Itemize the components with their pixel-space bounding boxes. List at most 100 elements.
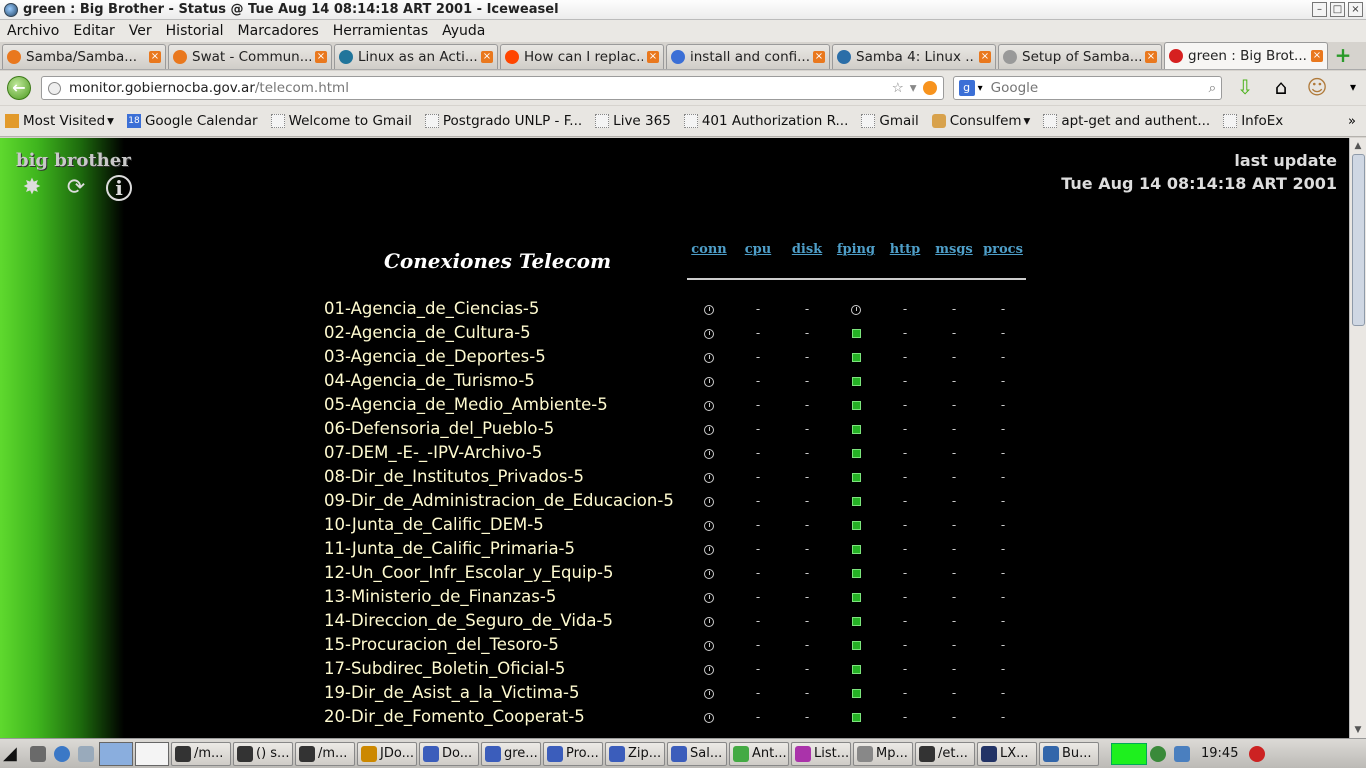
clear-status-icon[interactable] xyxy=(704,329,714,339)
host-name[interactable]: 02-Agencia_de_Cultura-5 xyxy=(324,323,531,342)
task-button[interactable]: Bu... xyxy=(1039,741,1099,766)
clear-status-icon[interactable] xyxy=(704,641,714,651)
search-icon[interactable]: ⌕ xyxy=(1209,80,1217,96)
bookmark-item[interactable]: apt-get and authent... xyxy=(1043,113,1210,129)
task-button[interactable]: List... xyxy=(791,741,851,766)
clear-status-icon[interactable] xyxy=(704,305,714,315)
bookmark-item[interactable]: Welcome to Gmail xyxy=(270,113,412,129)
update-icon[interactable] xyxy=(1171,742,1193,766)
desktop-pager-1[interactable] xyxy=(99,741,133,766)
clear-status-icon[interactable] xyxy=(704,449,714,459)
green-status-icon[interactable] xyxy=(851,593,861,602)
tab-2[interactable]: Swat - Commun... × xyxy=(168,44,332,69)
green-status-icon[interactable] xyxy=(851,473,861,482)
column-header-procs[interactable]: procs xyxy=(979,242,1027,257)
url-text[interactable]: monitor.gobiernocba.gov.ar/telecom.html xyxy=(69,80,886,96)
tab-4[interactable]: How can I replac... × xyxy=(500,44,664,69)
menu-marcadores[interactable]: Marcadores xyxy=(231,23,326,39)
desktop-pager-2[interactable] xyxy=(135,741,169,766)
task-button[interactable]: Sal... xyxy=(667,741,727,766)
clear-status-icon[interactable] xyxy=(704,593,714,603)
clear-status-icon[interactable] xyxy=(704,545,714,555)
bookmark-item[interactable]: 401 Authorization R... xyxy=(683,113,848,129)
clear-status-icon[interactable] xyxy=(704,353,714,363)
column-header-msgs[interactable]: msgs xyxy=(930,242,978,257)
close-window-button[interactable]: × xyxy=(1348,2,1363,17)
green-status-icon[interactable] xyxy=(851,353,861,362)
info-icon[interactable]: i xyxy=(106,175,132,201)
green-status-icon[interactable] xyxy=(851,665,861,674)
host-name[interactable]: 10-Junta_de_Calific_DEM-5 xyxy=(324,515,544,534)
bookmark-item[interactable]: Gmail xyxy=(861,113,919,129)
tab-1[interactable]: Samba/Samba... × xyxy=(2,44,166,69)
green-status-icon[interactable] xyxy=(851,497,861,506)
close-tab-icon[interactable]: × xyxy=(647,51,659,63)
search-bar[interactable]: g ▾ ⌕ xyxy=(952,76,1223,100)
tab-8[interactable]: green : Big Brot... × xyxy=(1164,42,1328,69)
close-tab-icon[interactable]: × xyxy=(813,51,825,63)
clear-status-icon[interactable] xyxy=(704,521,714,531)
scrollbar-thumb[interactable] xyxy=(1352,154,1365,326)
host-name[interactable]: 13-Ministerio_de_Finanzas-5 xyxy=(324,587,556,606)
task-button[interactable]: /m... xyxy=(171,741,231,766)
column-header-cpu[interactable]: cpu xyxy=(734,242,782,257)
close-tab-icon[interactable]: × xyxy=(315,51,327,63)
bookmark-item[interactable]: Consulfem ▾ xyxy=(931,113,1030,129)
task-button[interactable]: /m... xyxy=(295,741,355,766)
green-status-icon[interactable] xyxy=(851,689,861,698)
host-name[interactable]: 17-Subdirec_Boletin_Oficial-5 xyxy=(324,659,565,678)
browser-launcher-icon[interactable] xyxy=(51,742,73,766)
back-button[interactable]: ← xyxy=(7,76,31,100)
close-tab-icon[interactable]: × xyxy=(481,51,493,63)
task-button[interactable]: /et... xyxy=(915,741,975,766)
menu-archivo[interactable]: Archivo xyxy=(0,23,66,39)
engine-dropdown-icon[interactable]: ▾ xyxy=(978,83,983,94)
host-name[interactable]: 03-Agencia_de_Deportes-5 xyxy=(324,347,546,366)
host-name[interactable]: 20-Dir_de_Fomento_Cooperat-5 xyxy=(324,707,585,726)
google-engine-icon[interactable]: g xyxy=(958,80,975,96)
close-tab-icon[interactable]: × xyxy=(979,51,991,63)
bookmark-item[interactable]: Live 365 xyxy=(595,113,671,129)
tab-6[interactable]: Samba 4: Linux ... × xyxy=(832,44,996,69)
network-icon[interactable] xyxy=(1147,742,1169,766)
bookmark-star-icon[interactable]: ☆ xyxy=(892,80,904,96)
clear-status-icon[interactable] xyxy=(704,713,714,723)
host-name[interactable]: 14-Direccion_de_Seguro_de_Vida-5 xyxy=(324,611,613,630)
more-bookmarks-icon[interactable]: » xyxy=(1348,114,1356,129)
bb-logo-icon[interactable]: ✸ xyxy=(18,174,46,202)
task-button[interactable]: Do... xyxy=(419,741,479,766)
menu-herramientas[interactable]: Herramientas xyxy=(326,23,435,39)
maximize-button[interactable]: □ xyxy=(1330,2,1345,17)
bookmark-item[interactable]: Most Visited ▾ xyxy=(5,113,114,129)
column-header-http[interactable]: http xyxy=(881,242,929,257)
host-name[interactable]: 08-Dir_de_Institutos_Privados-5 xyxy=(324,467,584,486)
green-status-icon[interactable] xyxy=(851,569,861,578)
vertical-scrollbar[interactable]: ▲ ▼ xyxy=(1349,138,1366,738)
green-status-icon[interactable] xyxy=(851,377,861,386)
close-tab-icon[interactable]: × xyxy=(1311,50,1323,62)
bookmark-item[interactable]: 18 Google Calendar xyxy=(126,113,258,129)
scroll-down-icon[interactable]: ▼ xyxy=(1350,722,1366,738)
task-button[interactable]: LX... xyxy=(977,741,1037,766)
task-button[interactable]: () s... xyxy=(233,741,293,766)
menu-ver[interactable]: Ver xyxy=(122,23,159,39)
site-identity-icon[interactable] xyxy=(47,81,61,95)
green-status-icon[interactable] xyxy=(851,713,861,722)
start-menu-icon[interactable]: ◢ xyxy=(3,742,25,766)
clear-status-icon[interactable] xyxy=(704,473,714,483)
host-name[interactable]: 06-Defensoria_del_Pueblo-5 xyxy=(324,419,554,438)
host-name[interactable]: 11-Junta_de_Calific_Primaria-5 xyxy=(324,539,575,558)
url-bar[interactable]: monitor.gobiernocba.gov.ar/telecom.html … xyxy=(40,76,944,100)
clock[interactable]: 19:45 xyxy=(1201,746,1238,761)
host-name[interactable]: 05-Agencia_de_Medio_Ambiente-5 xyxy=(324,395,608,414)
feed-icon[interactable] xyxy=(922,81,937,95)
minimize-button[interactable]: – xyxy=(1312,2,1327,17)
menu-chevron-icon[interactable]: ▾ xyxy=(1340,75,1366,101)
host-name[interactable]: 09-Dir_de_Administracion_de_Educacion-5 xyxy=(324,491,674,510)
show-desktop-icon[interactable] xyxy=(75,742,97,766)
green-status-icon[interactable] xyxy=(851,449,861,458)
green-status-icon[interactable] xyxy=(851,545,861,554)
clear-status-icon[interactable] xyxy=(851,305,861,315)
close-tab-icon[interactable]: × xyxy=(1145,51,1157,63)
home-icon[interactable]: ⌂ xyxy=(1268,75,1294,101)
